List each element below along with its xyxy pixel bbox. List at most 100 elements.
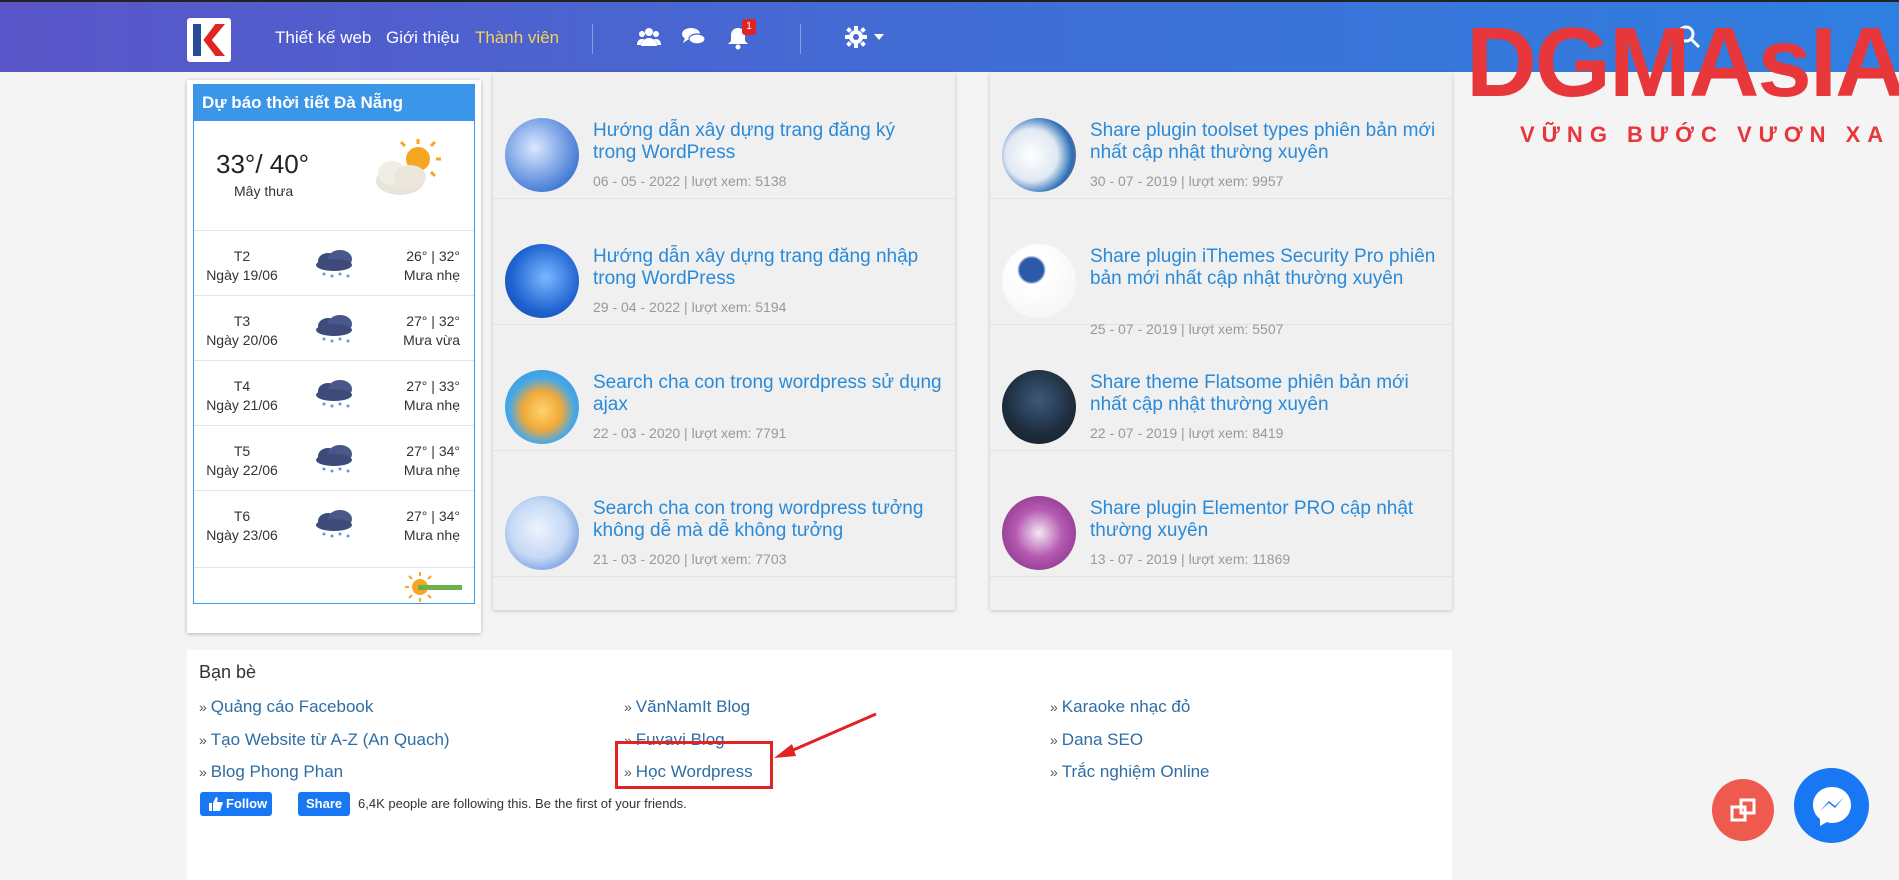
facebook-followers-text: 6,4K people are following this. Be the f… — [358, 796, 687, 811]
thumbs-up-icon — [209, 797, 223, 816]
post-title[interactable]: Search cha con trong wordpress sử dụng a… — [593, 372, 943, 416]
messenger-button[interactable] — [1794, 768, 1869, 843]
weather-temp: 27° | 33° — [406, 378, 460, 394]
friend-link-label[interactable]: Karaoke nhạc đỏ — [1062, 697, 1191, 716]
weather-desc: Mưa nhẹ — [403, 267, 460, 283]
post-item[interactable]: Search cha con trong wordpress sử dụng a… — [493, 324, 955, 451]
post-title[interactable]: Share plugin iThemes Security Pro phiên … — [1090, 246, 1440, 290]
floating-action-button[interactable] — [1712, 779, 1774, 841]
post-item[interactable]: Search cha con trong wordpress tưởng khô… — [493, 450, 955, 577]
sun-cloud-icon — [370, 137, 442, 204]
post-meta: 06 - 05 - 2022 | lượt xem: 5138 — [593, 173, 787, 189]
post-thumbnail[interactable] — [505, 118, 579, 192]
friend-link-label[interactable]: VănNamIt Blog — [636, 697, 750, 716]
post-meta: 21 - 03 - 2020 | lượt xem: 7703 — [593, 551, 787, 567]
follow-label: Follow — [226, 796, 268, 811]
post-title[interactable]: Hướng dẫn xây dựng trang đăng ký trong W… — [593, 120, 943, 164]
double-chevron-icon: » — [624, 699, 632, 715]
post-meta: 29 - 04 - 2022 | lượt xem: 5194 — [593, 299, 787, 315]
post-item[interactable]: Share plugin Elementor PRO cập nhật thườ… — [990, 450, 1452, 577]
friend-link[interactable]: » VănNamIt Blog — [624, 697, 750, 717]
friend-link-label[interactable]: Trắc nghiệm Online — [1062, 762, 1210, 781]
messenger-icon — [1810, 784, 1854, 833]
friends-section: Bạn bè » Quảng cáo Facebook » Tạo Website … — [187, 650, 1452, 880]
post-item[interactable]: Hướng dẫn xây dựng trang đăng nhập trong… — [493, 198, 955, 325]
weather-day: T4 — [233, 378, 251, 394]
post-item[interactable]: Hướng dẫn xây dựng trang đăng ký trong W… — [493, 72, 955, 199]
post-meta: 22 - 07 - 2019 | lượt xem: 8419 — [1090, 425, 1284, 441]
friend-link[interactable]: » Tạo Website từ A-Z (An Quach) — [199, 730, 450, 750]
weather-day-row: T3 Ngày 20/06 27° | 32° Mưa vừa — [194, 295, 474, 361]
double-chevron-icon: » — [1050, 764, 1058, 780]
rain-cloud-icon — [314, 249, 356, 284]
post-title[interactable]: Share theme Flatsome phiên bản mới nhất … — [1090, 372, 1440, 416]
post-thumbnail[interactable] — [1002, 118, 1076, 192]
friend-link[interactable]: » Trắc nghiệm Online — [1050, 762, 1210, 782]
weather-date: Ngày 23/06 — [206, 527, 278, 543]
nav-thanh-vien[interactable]: Thành viên — [475, 28, 559, 48]
nav-divider — [592, 24, 593, 54]
weather-date: Ngày 20/06 — [206, 332, 278, 348]
gear-icon[interactable] — [845, 26, 867, 53]
users-icon[interactable] — [637, 26, 661, 53]
post-title[interactable]: Hướng dẫn xây dựng trang đăng nhập trong… — [593, 246, 943, 290]
friend-link[interactable]: » Dana SEO — [1050, 730, 1143, 750]
double-chevron-icon: » — [1050, 699, 1058, 715]
nav-thiet-ke-web[interactable]: Thiết kế web — [275, 28, 371, 48]
weather-day-row: T5 Ngày 22/06 27° | 34° Mưa nhẹ — [194, 425, 474, 491]
brand-slogan: VỮNG BƯỚC VƯƠN XA — [1520, 122, 1891, 147]
post-title[interactable]: Share plugin Elementor PRO cập nhật thườ… — [1090, 498, 1440, 542]
weather-temp: 27° | 34° — [406, 508, 460, 524]
highlight-box — [615, 741, 773, 789]
double-chevron-icon: » — [199, 764, 207, 780]
weather-temp: 27° | 32° — [406, 313, 460, 329]
friend-link[interactable]: » Quảng cáo Facebook — [199, 697, 373, 717]
post-thumbnail[interactable] — [505, 496, 579, 570]
friend-link-label[interactable]: Tạo Website từ A-Z (An Quach) — [211, 730, 450, 749]
friend-link-label[interactable]: Blog Phong Phan — [211, 762, 343, 781]
weather-day-row: T6 Ngày 23/06 27° | 34° Mưa nhẹ — [194, 490, 474, 556]
weather-current-temp: 33°/ 40° — [216, 149, 310, 179]
chevron-down-icon[interactable] — [874, 34, 884, 40]
windows-icon — [1730, 797, 1756, 828]
weather-temp: 26° | 32° — [406, 248, 460, 264]
friend-link[interactable]: » Karaoke nhạc đỏ — [1050, 697, 1190, 717]
post-item[interactable]: Share theme Flatsome phiên bản mới nhất … — [990, 324, 1452, 451]
weather-date: Ngày 22/06 — [206, 462, 278, 478]
post-thumbnail[interactable] — [1002, 370, 1076, 444]
post-meta: 30 - 07 - 2019 | lượt xem: 9957 — [1090, 173, 1284, 189]
post-thumbnail[interactable] — [1002, 244, 1076, 318]
weather-desc: Mưa vừa — [403, 332, 460, 348]
friend-link-label[interactable]: Dana SEO — [1062, 730, 1143, 749]
chat-icon[interactable] — [682, 26, 706, 53]
post-title[interactable]: Search cha con trong wordpress tưởng khô… — [593, 498, 943, 542]
weather-day: T6 — [233, 508, 251, 524]
weather-current-desc: Mây thưa — [234, 183, 294, 199]
friend-link[interactable]: » Blog Phong Phan — [199, 762, 343, 782]
weather-frame: Dự báo thời tiết Đà Nẵng 33°/ 40° Mây th… — [193, 84, 475, 604]
post-item[interactable]: Share plugin iThemes Security Pro phiên … — [990, 198, 1452, 337]
post-thumbnail[interactable] — [1002, 496, 1076, 570]
weather-day-row: T2 Ngày 19/06 26° | 32° Mưa nhẹ — [194, 230, 474, 296]
rain-cloud-icon — [314, 444, 356, 479]
site-logo[interactable] — [187, 18, 231, 62]
friends-title: Bạn bè — [199, 662, 257, 682]
notification-badge: 1 — [742, 19, 756, 35]
weather-source-logo[interactable] — [404, 571, 468, 608]
double-chevron-icon: » — [199, 699, 207, 715]
nav-gioi-thieu[interactable]: Giới thiệu — [386, 28, 460, 48]
facebook-share-button[interactable]: Share — [298, 792, 351, 816]
weather-widget: Dự báo thời tiết Đà Nẵng 33°/ 40° Mây th… — [187, 80, 481, 633]
post-thumbnail[interactable] — [505, 370, 579, 444]
post-thumbnail[interactable] — [505, 244, 579, 318]
posts-column-right: Share plugin toolset types phiên bản mới… — [990, 72, 1452, 610]
post-item[interactable]: Share plugin toolset types phiên bản mới… — [990, 72, 1452, 199]
friend-link-label[interactable]: Quảng cáo Facebook — [211, 697, 374, 716]
post-title[interactable]: Share plugin toolset types phiên bản mới… — [1090, 120, 1440, 164]
weather-day: T3 — [233, 313, 251, 329]
post-meta: 13 - 07 - 2019 | lượt xem: 11869 — [1090, 551, 1291, 567]
weather-date: Ngày 19/06 — [206, 267, 278, 283]
weather-title: Dự báo thời tiết Đà Nẵng — [194, 85, 474, 121]
weather-day: T5 — [233, 443, 251, 459]
weather-desc: Mưa nhẹ — [403, 527, 460, 543]
